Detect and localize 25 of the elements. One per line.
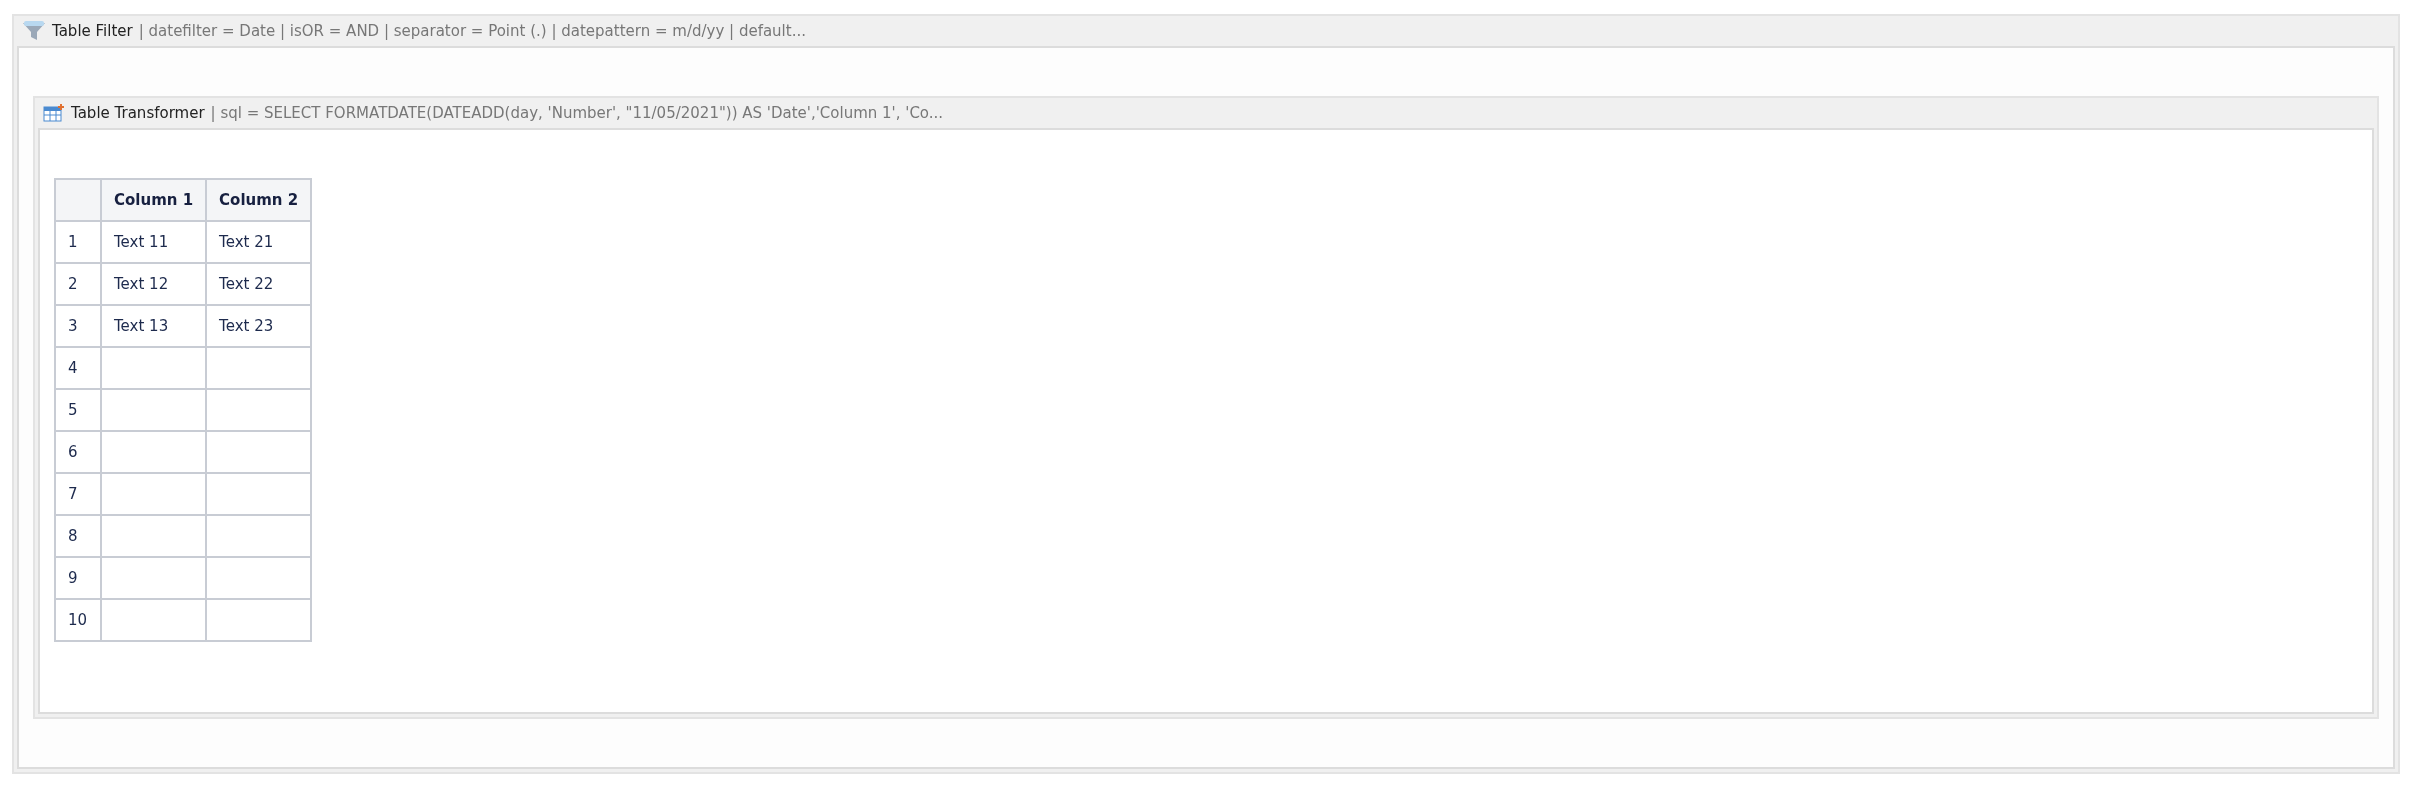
column-header: Column 1 <box>101 179 207 221</box>
row-number: 1 <box>55 221 101 263</box>
panel-title: Table Transformer <box>71 104 205 122</box>
row-number: 10 <box>55 599 101 641</box>
row-number: 3 <box>55 305 101 347</box>
table-cell: Text 21 <box>206 221 312 263</box>
table-cell: Text 13 <box>101 305 207 347</box>
panel-details: | sql = SELECT FORMATDATE(DATEADD(day, 'Number', "11/05/2021")) AS 'Date','Column 1', 'Co... <box>210 104 944 122</box>
row-number: 8 <box>55 515 101 557</box>
column-header: Column 2 <box>206 179 312 221</box>
row-number: 7 <box>55 473 101 515</box>
table-cell: Text 22 <box>206 263 312 305</box>
corner-cell <box>55 179 101 221</box>
table-cell: Text 23 <box>206 305 312 347</box>
row-number: 5 <box>55 389 101 431</box>
row-number: 2 <box>55 263 101 305</box>
row-number: 9 <box>55 557 101 599</box>
funnel-icon <box>22 20 46 42</box>
panel-title: Table Filter <box>52 22 133 40</box>
table-cell: Text 12 <box>101 263 207 305</box>
row-number: 6 <box>55 431 101 473</box>
table-icon <box>43 103 65 123</box>
row-number: 4 <box>55 347 101 389</box>
panel-details: | datefilter = Date | isOR = AND | separator = Point (.) | datepattern = m/d/yy | default... <box>138 22 806 40</box>
table-cell: Text 11 <box>101 221 207 263</box>
